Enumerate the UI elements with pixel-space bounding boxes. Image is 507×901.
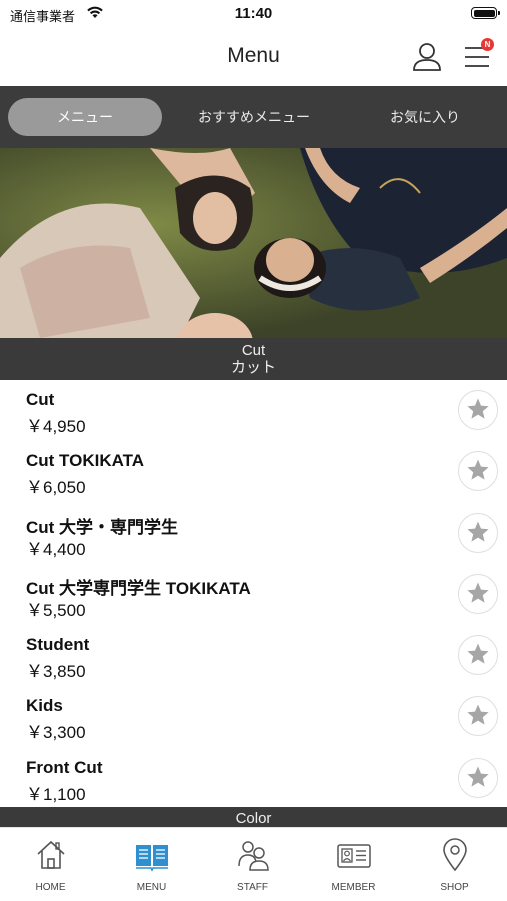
- menu-item[interactable]: Front Cut ￥1,100: [0, 749, 507, 810]
- menu-item-price: ￥6,050: [26, 478, 86, 498]
- favorite-star-button[interactable]: [458, 696, 498, 737]
- favorite-star-button[interactable]: [458, 390, 498, 430]
- user-icon[interactable]: [410, 40, 444, 74]
- star-icon: [467, 521, 489, 542]
- menu-item[interactable]: Kids ￥3,300: [0, 687, 507, 748]
- menu-item-name: Kids: [26, 696, 63, 716]
- star-icon: [467, 582, 489, 603]
- menu-item-price: ￥4,950: [26, 417, 86, 436]
- menu-item-price: ￥1,100: [26, 784, 86, 804]
- menu-item[interactable]: Cut 大学・専門学生 ￥4,400: [0, 504, 507, 565]
- menu-item-price: ￥4,400: [26, 539, 86, 559]
- home-icon: [37, 840, 65, 869]
- menu-item-name: Front Cut: [26, 757, 103, 777]
- menu-item-name: Cut: [26, 390, 55, 409]
- menu-item-name: Cut TOKIKATA: [26, 451, 145, 471]
- nav-member[interactable]: MEMBER: [303, 828, 404, 901]
- menu-list: Cut ￥4,950 Cut TOKIKATA ￥6,050 Cut 大学・専門…: [0, 381, 507, 810]
- section-title-en: Cut: [241, 342, 266, 359]
- favorite-star-button[interactable]: [458, 573, 498, 614]
- favorite-star-button[interactable]: [458, 451, 498, 492]
- nav-label: MEMBER: [331, 882, 376, 893]
- star-icon: [467, 398, 489, 419]
- nav-label: HOME: [35, 882, 66, 893]
- tab-recommended-menu[interactable]: おすすめメニュー: [178, 98, 330, 136]
- staff-icon: [238, 841, 269, 871]
- location-pin-icon: [443, 838, 467, 872]
- nav-menu[interactable]: MENU: [101, 828, 202, 901]
- nav-home[interactable]: HOME: [0, 828, 101, 901]
- section-header-color: Color: [0, 807, 507, 827]
- star-icon: [467, 766, 489, 787]
- nav-label: STAFF: [237, 882, 268, 893]
- hero-photo: [0, 148, 507, 338]
- battery-icon: [471, 7, 500, 19]
- nav-staff[interactable]: STAFF: [202, 828, 303, 901]
- star-icon: [467, 459, 489, 480]
- menu-item-price: ￥3,850: [26, 662, 86, 682]
- status-bar: 通信事業者 11:40: [0, 0, 507, 28]
- menu-item[interactable]: Student ￥3,850: [0, 626, 507, 687]
- menu-item-price: ￥3,300: [26, 723, 86, 743]
- star-icon: [467, 643, 489, 664]
- bottom-tab-bar: HOME MENU STAFF MEMBER SHOP: [0, 827, 507, 901]
- favorite-star-button[interactable]: [458, 757, 498, 798]
- clock: 11:40: [234, 5, 273, 22]
- section-header-cut: Cut カット: [0, 338, 507, 380]
- favorite-star-button[interactable]: [458, 635, 498, 676]
- star-icon: [467, 704, 489, 726]
- menu-item[interactable]: Cut 大学専門学生 TOKIKATA ￥5,500: [0, 565, 507, 626]
- nav-label: MENU: [136, 882, 167, 893]
- menu-item[interactable]: Cut TOKIKATA ￥6,050: [0, 442, 507, 503]
- book-icon: [136, 845, 168, 872]
- notification-badge: N: [481, 38, 494, 51]
- member-card-icon: [337, 844, 371, 868]
- menu-item-price: ￥5,500: [26, 600, 86, 620]
- top-header: Menu N: [0, 28, 507, 86]
- nav-shop[interactable]: SHOP: [404, 828, 505, 901]
- menu-item-name: Student: [26, 635, 90, 655]
- tab-menu[interactable]: メニュー: [8, 98, 162, 136]
- menu-tabs: メニュー おすすめメニュー お気に入り: [0, 86, 507, 148]
- nav-label: SHOP: [440, 882, 469, 893]
- section-title-ja: カット: [230, 359, 276, 376]
- menu-item[interactable]: Cut ￥4,950: [0, 381, 507, 442]
- tab-favorites[interactable]: お気に入り: [350, 98, 500, 136]
- favorite-star-button[interactable]: [458, 512, 498, 553]
